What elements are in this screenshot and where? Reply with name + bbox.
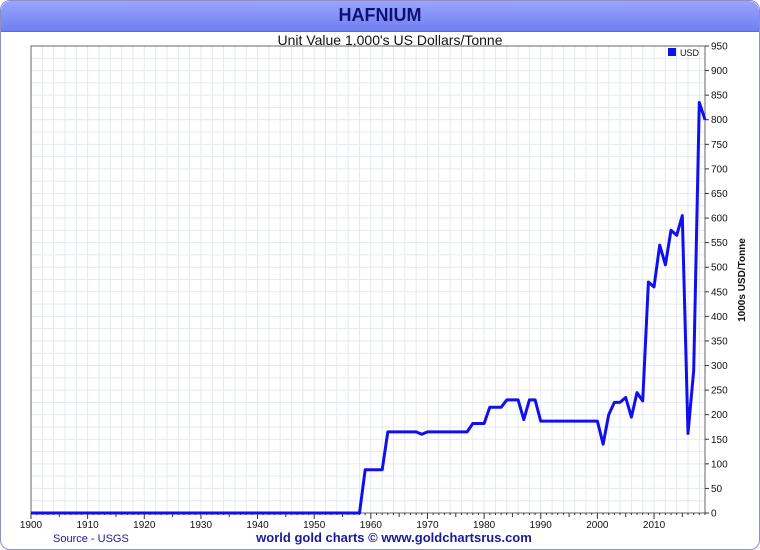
y-tick-label: 450	[711, 287, 728, 298]
y-tick-label: 900	[711, 66, 728, 77]
y-tick-label: 300	[711, 361, 728, 372]
y-tick-label: 950	[711, 42, 728, 53]
x-axis: 1900 1910 1920 1930 1940 1950 1960 1970 1980 1990…	[20, 513, 706, 531]
y-tick-label: 500	[711, 263, 728, 274]
x-tick-label: 1930	[190, 520, 213, 531]
y-tick-label: 850	[711, 91, 728, 102]
credit-label: world gold charts © www.goldchartsrus.co…	[255, 530, 532, 545]
legend: USD	[668, 48, 700, 58]
hafnium-chart: Unit Value 1,000's US Dollars/Tonne 1900…	[20, 32, 748, 545]
x-tick-label: 1990	[530, 520, 553, 531]
legend-label-usd: USD	[680, 48, 700, 58]
y-tick-label: 600	[711, 214, 728, 225]
y-tick-label: 150	[711, 435, 728, 446]
y-tick-label: 200	[711, 410, 728, 421]
y-tick-label: 800	[711, 115, 728, 126]
y-tick-label: 50	[711, 484, 723, 495]
y-tick-label: 100	[711, 459, 728, 470]
y-axis: 0 50 100 150 200 250 300 350 400 450 500 550 600 650 7…	[705, 42, 728, 520]
source-label: Source - USGS	[53, 533, 129, 545]
y-tick-label: 700	[711, 164, 728, 175]
legend-swatch-usd	[668, 48, 676, 56]
y-tick-label: 650	[711, 189, 728, 200]
y-tick-label: 750	[711, 140, 728, 151]
x-tick-label: 1900	[20, 520, 43, 531]
y-axis-label: 1000s USD/Tonne	[737, 238, 748, 322]
y-tick-label: 250	[711, 386, 728, 397]
y-tick-label: 350	[711, 336, 728, 347]
x-tick-label: 1920	[133, 520, 156, 531]
x-tick-label: 1910	[77, 520, 100, 531]
y-tick-label: 0	[711, 509, 717, 520]
y-tick-label: 550	[711, 238, 728, 249]
y-tick-label: 400	[711, 312, 728, 323]
x-tick-label: 2010	[643, 520, 666, 531]
x-tick-label: 2000	[586, 520, 609, 531]
